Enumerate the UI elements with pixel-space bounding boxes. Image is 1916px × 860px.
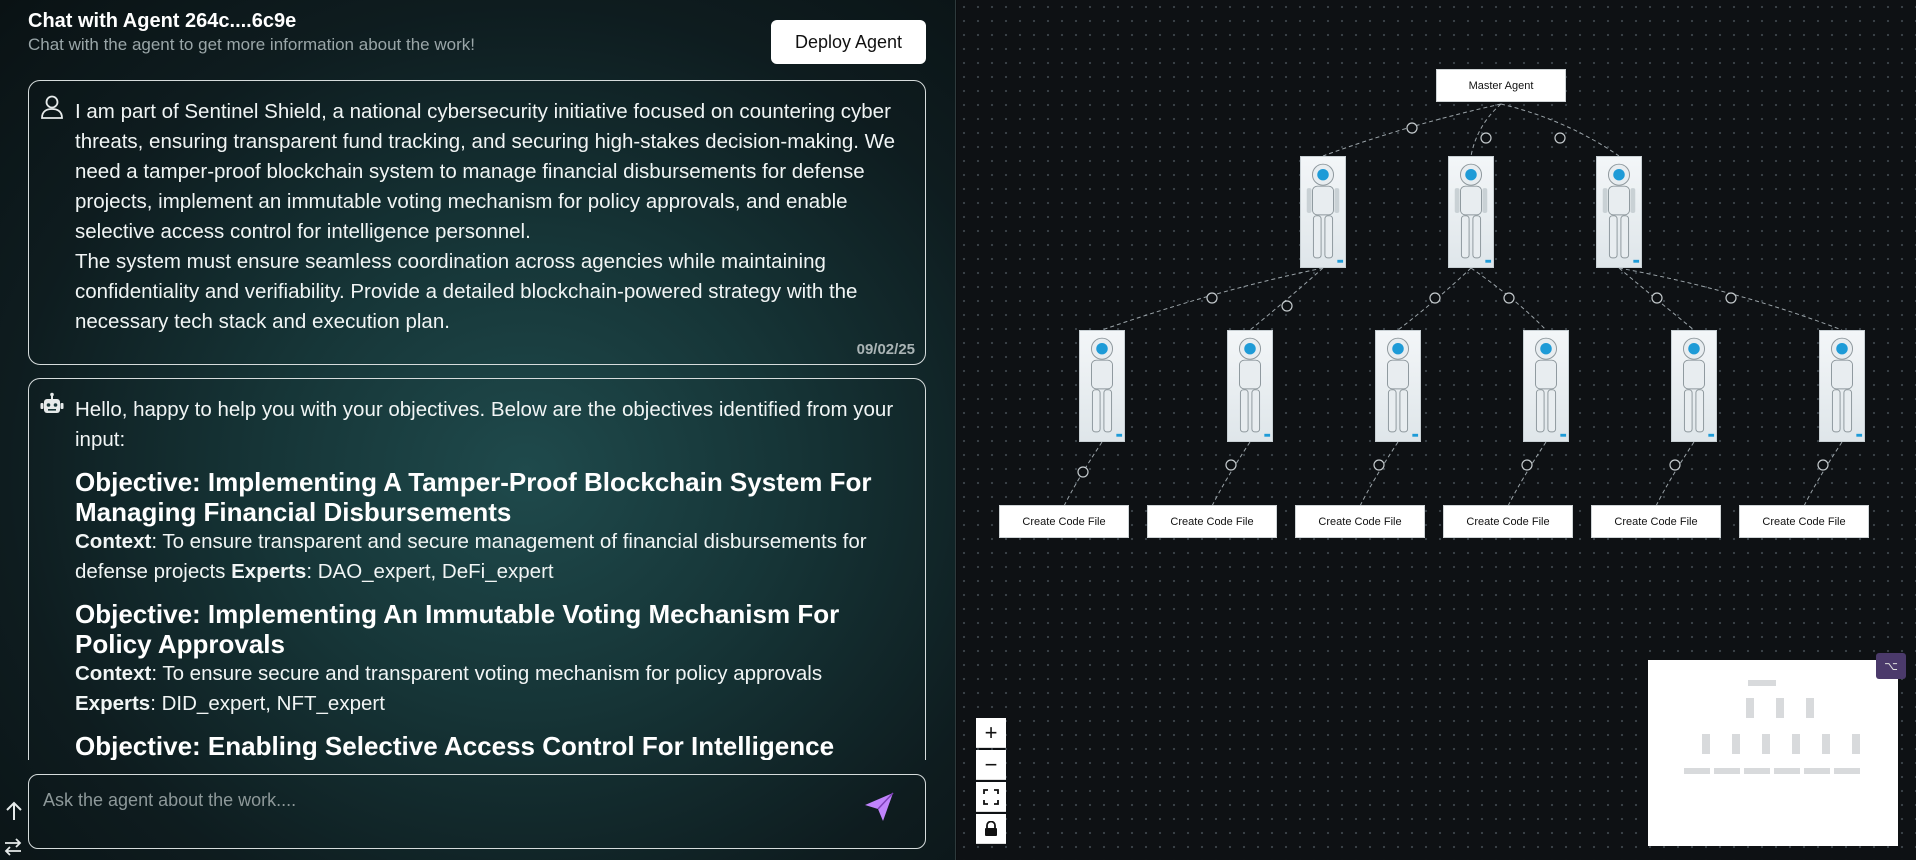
- zoom-in-button[interactable]: +: [976, 718, 1006, 748]
- agent-robot-node[interactable]: [1375, 330, 1421, 442]
- minimap-toggle-button[interactable]: ⌥: [1876, 653, 1906, 679]
- objective-details: Context: To ensure transparent and secur…: [75, 527, 903, 587]
- robot-figure-icon: [1454, 163, 1492, 263]
- message-date: 09/02/25: [856, 341, 915, 358]
- user-message: I am part of Sentinel Shield, a national…: [28, 80, 926, 365]
- create-code-file-node[interactable]: Create Code File: [1443, 505, 1573, 538]
- agent-robot-node[interactable]: [1819, 330, 1865, 442]
- chat-title: Chat with Agent 264c....6c9e: [28, 10, 297, 32]
- minimap[interactable]: [1648, 660, 1898, 846]
- experts-label: Experts: [231, 560, 307, 583]
- context-text: : To ensure secure and transparent votin…: [151, 662, 823, 685]
- fit-view-icon: [983, 788, 999, 805]
- create-code-file-node[interactable]: Create Code File: [999, 505, 1129, 538]
- objective-title: Objective: Implementing A Tamper-Proof B…: [75, 467, 872, 527]
- chat-input[interactable]: [43, 785, 823, 815]
- robot-figure-icon: [1306, 163, 1344, 263]
- user-icon: [41, 95, 63, 119]
- agent-robot-node[interactable]: [1596, 156, 1642, 268]
- robot-figure-icon: [1387, 337, 1419, 437]
- robot-figure-icon: [1683, 337, 1715, 437]
- lock-button[interactable]: [976, 814, 1006, 844]
- user-message-para-2: The system must ensure seamless coordina…: [75, 250, 858, 333]
- robot-figure-icon: [1535, 337, 1567, 437]
- agent-robot-node[interactable]: [1227, 330, 1273, 442]
- create-code-file-node[interactable]: Create Code File: [1295, 505, 1425, 538]
- experts-text: : DID_expert, NFT_expert: [150, 692, 385, 715]
- deploy-agent-button[interactable]: Deploy Agent: [771, 20, 926, 64]
- create-code-file-node[interactable]: Create Code File: [1739, 505, 1869, 538]
- chat-subtitle: Chat with the agent to get more informat…: [28, 35, 475, 54]
- zoom-out-button[interactable]: −: [976, 750, 1006, 780]
- bot-message: Hello, happy to help you with your objec…: [28, 378, 926, 760]
- objective-details: Context: To ensure secure and transparen…: [75, 659, 903, 719]
- chat-panel: Chat with Agent 264c....6c9e Chat with t…: [0, 0, 956, 860]
- master-agent-node[interactable]: Master Agent: [1436, 69, 1566, 102]
- arrow-up-icon[interactable]: [4, 800, 24, 822]
- user-message-text: I am part of Sentinel Shield, a national…: [75, 97, 903, 337]
- send-icon[interactable]: [861, 789, 897, 825]
- lock-icon: [985, 820, 997, 836]
- robot-figure-icon: [1239, 337, 1271, 437]
- context-label: Context: [75, 530, 152, 553]
- create-code-file-node[interactable]: Create Code File: [1147, 505, 1277, 538]
- experts-text: : DAO_expert, DeFi_expert: [306, 560, 554, 583]
- agent-robot-node[interactable]: [1671, 330, 1717, 442]
- agent-robot-node[interactable]: [1448, 156, 1494, 268]
- create-code-file-node[interactable]: Create Code File: [1591, 505, 1721, 538]
- swap-arrows-icon[interactable]: [2, 836, 24, 858]
- objective-title: Objective: Enabling Selective Access Con…: [75, 731, 835, 760]
- objective-title: Objective: Implementing An Immutable Vot…: [75, 599, 840, 659]
- agent-robot-node[interactable]: [1079, 330, 1125, 442]
- robot-figure-icon: [1831, 337, 1863, 437]
- chat-input-box: [28, 774, 926, 849]
- robot-figure-icon: [1091, 337, 1123, 437]
- bot-intro: Hello, happy to help you with your objec…: [75, 398, 894, 451]
- user-message-para-1: I am part of Sentinel Shield, a national…: [75, 100, 896, 243]
- agent-flow-canvas[interactable]: Master Agent Create Code File Create Cod…: [957, 0, 1916, 860]
- robot-icon: [40, 392, 64, 413]
- agent-robot-node[interactable]: [1300, 156, 1346, 268]
- context-label: Context: [75, 662, 152, 685]
- fit-view-button[interactable]: [976, 782, 1006, 812]
- agent-robot-node[interactable]: [1523, 330, 1569, 442]
- robot-figure-icon: [1602, 163, 1640, 263]
- experts-label: Experts: [75, 692, 151, 715]
- bot-message-text: Hello, happy to help you with your objec…: [75, 395, 903, 760]
